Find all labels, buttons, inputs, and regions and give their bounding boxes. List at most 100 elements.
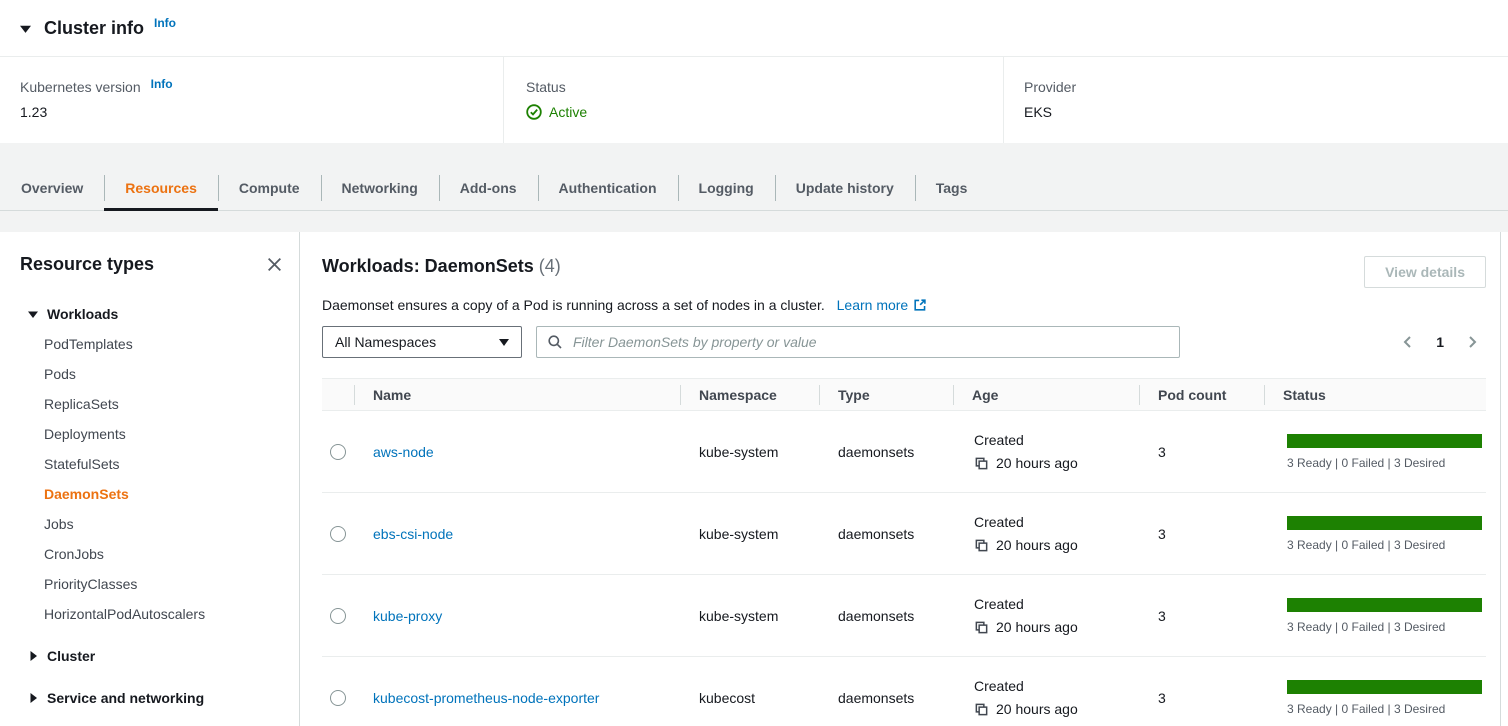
tab-resources[interactable]: Resources <box>104 166 218 210</box>
status-cell: 3 Ready | 0 Failed | 3 Desired <box>1264 516 1486 552</box>
copy-icon[interactable] <box>974 702 989 717</box>
view-details-button[interactable]: View details <box>1364 256 1486 288</box>
column-header-pod-count[interactable]: Pod count <box>1139 379 1264 410</box>
tab-logging[interactable]: Logging <box>678 166 775 210</box>
type-value: daemonsets <box>838 526 914 542</box>
daemonset-name-link[interactable]: kubecost-prometheus-node-exporter <box>373 690 599 706</box>
kubernetes-version-label: Kubernetes version <box>20 79 141 95</box>
tab-compute[interactable]: Compute <box>218 166 321 210</box>
right-gutter <box>1500 232 1508 726</box>
tab-overview[interactable]: Overview <box>0 166 104 210</box>
daemonset-name-link[interactable]: kube-proxy <box>373 608 442 624</box>
status-label: Status <box>526 79 566 95</box>
resource-tree: WorkloadsPodTemplatesPodsReplicaSetsDepl… <box>20 299 285 713</box>
name-cell: kubecost-prometheus-node-exporter <box>354 690 680 706</box>
pod-status-bar <box>1287 598 1482 612</box>
pod-status-text: 3 Ready | 0 Failed | 3 Desired <box>1287 702 1486 716</box>
tree-item-daemonsets[interactable]: DaemonSets <box>20 479 285 509</box>
cluster-info-info-link[interactable]: Info <box>154 16 176 30</box>
pod-status-text: 3 Ready | 0 Failed | 3 Desired <box>1287 456 1486 470</box>
previous-page-button[interactable] <box>1396 330 1420 354</box>
tree-item-statefulsets[interactable]: StatefulSets <box>20 449 285 479</box>
filter-input[interactable] <box>571 333 1169 351</box>
tab-label: Overview <box>21 180 83 196</box>
tab-add-ons[interactable]: Add-ons <box>439 166 538 210</box>
tree-section-toggle-workloads[interactable]: Workloads <box>20 299 285 329</box>
external-link-icon <box>913 298 927 312</box>
tab-networking[interactable]: Networking <box>321 166 439 210</box>
row-select-cell <box>322 690 354 706</box>
row-select-radio[interactable] <box>330 690 346 706</box>
table-row: ebs-csi-nodekube-systemdaemonsetsCreated… <box>322 493 1486 575</box>
tree-item-podtemplates[interactable]: PodTemplates <box>20 329 285 359</box>
row-select-radio[interactable] <box>330 444 346 460</box>
tree-section-workloads: WorkloadsPodTemplatesPodsReplicaSetsDepl… <box>20 299 285 629</box>
tab-tags[interactable]: Tags <box>915 166 989 210</box>
row-select-radio[interactable] <box>330 526 346 542</box>
type-cell: daemonsets <box>819 608 953 624</box>
age-cell: Created20 hours ago <box>953 514 1139 553</box>
tree-item-pods[interactable]: Pods <box>20 359 285 389</box>
pod-count-value: 3 <box>1158 690 1166 706</box>
tree-item-cronjobs[interactable]: CronJobs <box>20 539 285 569</box>
learn-more-label: Learn more <box>837 297 909 313</box>
age-created-label: Created <box>974 432 1139 448</box>
age-created-label: Created <box>974 596 1139 612</box>
filter-box <box>536 326 1180 358</box>
kubernetes-version-value: 1.23 <box>20 104 503 120</box>
tab-label: Authentication <box>559 180 657 196</box>
tree-section-toggle-cluster[interactable]: Cluster <box>20 641 285 671</box>
daemonset-name-link[interactable]: aws-node <box>373 444 434 460</box>
daemonset-name-link[interactable]: ebs-csi-node <box>373 526 453 542</box>
next-page-button[interactable] <box>1460 330 1484 354</box>
row-select-cell <box>322 608 354 624</box>
collapse-triangle-icon[interactable] <box>20 23 31 34</box>
kubernetes-version-info-link[interactable]: Info <box>151 77 173 91</box>
provider-label: Provider <box>1024 79 1076 95</box>
kubernetes-version-field: Kubernetes version Info 1.23 <box>0 57 503 143</box>
learn-more-link[interactable]: Learn more <box>837 297 928 313</box>
select-all-header <box>322 379 354 410</box>
column-header-name[interactable]: Name <box>354 379 680 410</box>
pod-status-text: 3 Ready | 0 Failed | 3 Desired <box>1287 620 1486 634</box>
pod-count-value: 3 <box>1158 444 1166 460</box>
pagination: 1 <box>1396 330 1486 354</box>
copy-icon[interactable] <box>974 620 989 635</box>
tree-section-label: Workloads <box>47 299 118 329</box>
column-header-age[interactable]: Age <box>953 379 1139 410</box>
tree-item-deployments[interactable]: Deployments <box>20 419 285 449</box>
tab-update-history[interactable]: Update history <box>775 166 915 210</box>
close-sidebar-button[interactable] <box>264 254 285 275</box>
tree-item-horizontalpodautoscalers[interactable]: HorizontalPodAutoscalers <box>20 599 285 629</box>
table-header: NameNamespaceTypeAgePod countStatus <box>322 378 1486 411</box>
column-header-status[interactable]: Status <box>1264 379 1486 410</box>
type-value: daemonsets <box>838 444 914 460</box>
tree-item-jobs[interactable]: Jobs <box>20 509 285 539</box>
current-page[interactable]: 1 <box>1428 334 1452 350</box>
type-cell: daemonsets <box>819 690 953 706</box>
tree-section-toggle-service-and-networking[interactable]: Service and networking <box>20 683 285 713</box>
panel-description: Daemonset ensures a copy of a Pod is run… <box>322 297 1486 313</box>
tab-authentication[interactable]: Authentication <box>538 166 678 210</box>
item-count: (4) <box>539 256 561 276</box>
tree-item-priorityclasses[interactable]: PriorityClasses <box>20 569 285 599</box>
content-area: Resource types WorkloadsPodTemplatesPods… <box>0 232 1508 726</box>
panel-title-text: Workloads: DaemonSets <box>322 256 534 276</box>
row-select-radio[interactable] <box>330 608 346 624</box>
table-body: aws-nodekube-systemdaemonsetsCreated20 h… <box>322 411 1486 726</box>
sidebar-title: Resource types <box>20 254 154 275</box>
row-select-cell <box>322 526 354 542</box>
chevron-left-icon <box>1400 334 1416 350</box>
namespace-cell: kube-system <box>680 608 819 624</box>
copy-icon[interactable] <box>974 456 989 471</box>
pod-count-cell: 3 <box>1139 690 1264 706</box>
column-header-type[interactable]: Type <box>819 379 953 410</box>
name-cell: aws-node <box>354 444 680 460</box>
pod-count-cell: 3 <box>1139 526 1264 542</box>
column-header-namespace[interactable]: Namespace <box>680 379 819 410</box>
namespace-dropdown[interactable]: All Namespaces <box>322 326 522 358</box>
tree-item-replicasets[interactable]: ReplicaSets <box>20 389 285 419</box>
check-circle-icon <box>526 104 542 120</box>
copy-icon[interactable] <box>974 538 989 553</box>
cluster-info-header: Cluster info Info <box>0 0 1508 57</box>
